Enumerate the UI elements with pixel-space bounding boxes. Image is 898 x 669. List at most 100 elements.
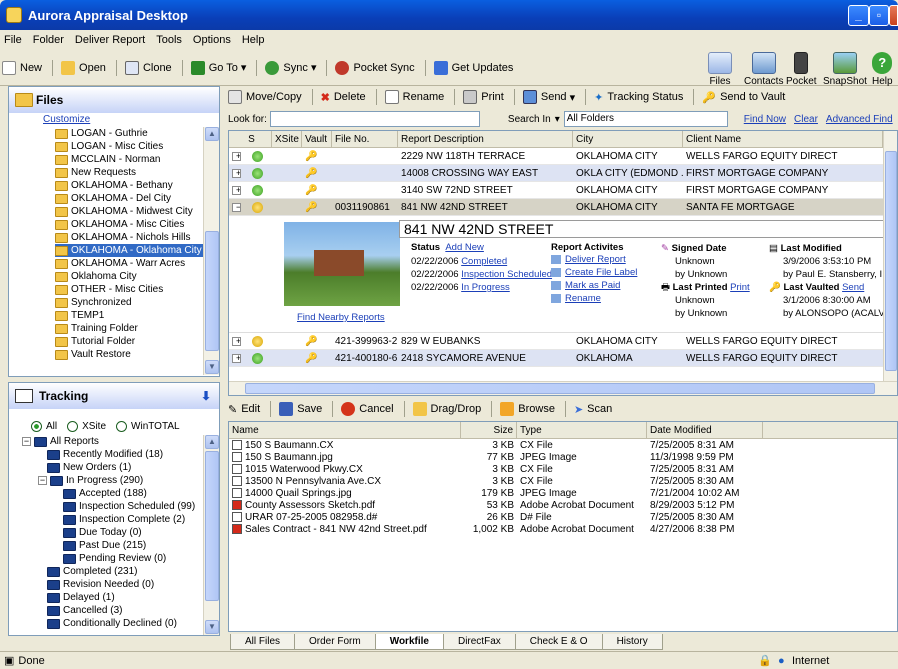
minimize-button[interactable]: _ — [848, 5, 869, 26]
search-in-field[interactable]: All Folders — [563, 111, 728, 127]
scroll-thumb[interactable] — [885, 151, 897, 371]
advanced-find-link[interactable]: Advanced Find — [826, 114, 893, 125]
get-updates-button[interactable]: Get Updates — [433, 60, 513, 75]
tab-history[interactable]: History — [601, 634, 663, 650]
tab-all-files[interactable]: All Files — [230, 634, 296, 650]
folder-item[interactable]: TEMP1 — [55, 309, 205, 322]
tracking-item[interactable]: Inspection Complete (2) — [19, 513, 203, 526]
menu-file[interactable]: File — [4, 34, 22, 46]
col-file-no[interactable]: File No. — [332, 131, 398, 147]
folder-item[interactable]: LOGAN - Guthrie — [55, 127, 205, 140]
tracking-item[interactable]: Completed (231) — [19, 565, 203, 578]
tracking-item[interactable]: Past Due (215) — [19, 539, 203, 552]
files-toolbar-button[interactable]: Files — [708, 52, 732, 87]
customize-link[interactable]: Customize — [9, 113, 219, 125]
look-for-input[interactable] — [269, 111, 480, 127]
find-now-link[interactable]: Find Now — [744, 114, 786, 125]
folder-item[interactable]: OTHER - Misc Cities — [55, 283, 205, 296]
browse-button[interactable]: Browse — [500, 402, 555, 416]
close-button[interactable] — [889, 5, 898, 26]
tracking-item[interactable]: Accepted (188) — [19, 487, 203, 500]
rename-button[interactable]: Rename — [384, 90, 444, 104]
search-in-button[interactable]: Search In — [508, 114, 551, 125]
folder-item[interactable]: Synchronized — [55, 296, 205, 309]
send-link[interactable]: Send — [842, 282, 864, 293]
col-city[interactable]: City — [573, 131, 683, 147]
tracking-item[interactable]: New Orders (1) — [19, 461, 203, 474]
activity-item[interactable]: Mark as Paid — [551, 279, 637, 292]
pocket-toolbar-button[interactable]: Pocket — [786, 52, 817, 87]
menu-folder[interactable]: Folder — [33, 34, 64, 46]
scroll-thumb[interactable] — [205, 231, 219, 351]
tracking-item[interactable]: Conditionally Declined (0) — [19, 617, 203, 630]
open-button[interactable]: Open — [61, 60, 106, 75]
scroll-down-button[interactable]: ▼ — [205, 620, 219, 634]
activity-item[interactable]: Deliver Report — [551, 253, 637, 266]
expander-icon[interactable]: + — [232, 186, 241, 195]
expander-icon[interactable]: − — [38, 476, 47, 485]
scroll-thumb[interactable] — [245, 383, 875, 394]
tab-check-e-o[interactable]: Check E & O — [514, 634, 603, 650]
goto-button[interactable]: Go To ▾ — [190, 60, 246, 75]
status-link[interactable]: Inspection Scheduled — [461, 269, 552, 280]
tracking-panel-header[interactable]: Tracking ⬇ — [9, 383, 219, 409]
file-row[interactable]: 13500 N Pennsylvania Ave.CX 3 KB CX File 7/… — [229, 476, 897, 488]
print-link[interactable]: Print — [730, 282, 750, 293]
table-row[interactable]: + 🔑 421-400180-6 2418 SYCAMORE AVENUE OKLAHO… — [229, 350, 897, 367]
tracking-item[interactable]: Delayed (1) — [19, 591, 203, 604]
expander-icon[interactable]: − — [232, 203, 241, 212]
table-row[interactable]: + 🔑 2229 NW 118TH TERRACE OKLAHOMA CITY WELL… — [229, 148, 897, 165]
move-copy-button[interactable]: Move/Copy — [228, 90, 302, 104]
maximize-button[interactable]: ▫ — [869, 5, 889, 26]
file-row[interactable]: 14000 Quail Springs.jpg 179 KB JPEG Image 7… — [229, 488, 897, 500]
tracking-item[interactable]: Recently Modified (18) — [19, 448, 203, 461]
tracking-scrollbar[interactable]: ▲ ▼ — [203, 435, 219, 635]
new-button[interactable]: New — [2, 60, 42, 75]
tab-order-form[interactable]: Order Form — [294, 634, 376, 650]
folder-item[interactable]: Training Folder — [55, 322, 205, 335]
scroll-up-button[interactable]: ▲ — [205, 127, 219, 141]
col-name[interactable]: Name — [229, 422, 461, 438]
folder-item[interactable]: Tutorial Folder — [55, 335, 205, 348]
col-type[interactable]: Type — [517, 422, 647, 438]
tracking-item[interactable]: − In Progress (290) — [19, 474, 203, 487]
send-to-vault-button[interactable]: 🔑 Send to Vault — [702, 91, 785, 104]
status-link[interactable]: Completed — [461, 256, 507, 267]
folder-item[interactable]: OKLAHOMA - Bethany — [55, 179, 205, 192]
col-client-name[interactable]: Client Name — [683, 131, 883, 147]
tab-workfile[interactable]: Workfile — [374, 634, 444, 650]
snapshot-toolbar-button[interactable]: SnapShot — [823, 52, 867, 87]
col-vault[interactable]: Vault — [302, 131, 332, 147]
menu-deliver-report[interactable]: Deliver Report — [75, 34, 145, 46]
grid-scrollbar[interactable] — [883, 131, 897, 381]
status-link[interactable]: In Progress — [461, 282, 510, 293]
pin-icon[interactable]: ⬇ — [201, 389, 211, 403]
file-row[interactable]: URAR 07-25-2005 082958.d# 26 KB D# File 7/2… — [229, 512, 897, 524]
folder-item[interactable]: MCCLAIN - Norman — [55, 153, 205, 166]
table-row[interactable]: − 🔑 0031190861 841 NW 42ND STREET OKLAHOMA C… — [229, 199, 897, 216]
clone-button[interactable]: Clone — [124, 60, 172, 75]
folder-item[interactable]: OKLAHOMA - Del City — [55, 192, 205, 205]
folder-item[interactable]: New Requests — [55, 166, 205, 179]
files-scrollbar[interactable]: ▲ ▼ — [203, 127, 219, 375]
expander-icon[interactable]: + — [232, 354, 241, 363]
table-row[interactable]: + 🔑 3140 SW 72ND STREET OKLAHOMA CITY FIRST … — [229, 182, 897, 199]
tracking-status-button[interactable]: ✦ Tracking Status — [594, 91, 683, 104]
tracking-item[interactable]: Inspection Scheduled (99) — [19, 500, 203, 513]
expander-icon[interactable]: + — [232, 337, 241, 346]
col-size[interactable]: Size — [461, 422, 517, 438]
menu-options[interactable]: Options — [193, 34, 231, 46]
add-new-link[interactable]: Add New — [445, 242, 484, 253]
radio-all[interactable] — [31, 421, 42, 432]
edit-button[interactable]: ✎ Edit — [228, 403, 260, 416]
table-row[interactable]: + 🔑 421-399963-2 829 W EUBANKS OKLAHOMA CITY… — [229, 333, 897, 350]
print-button[interactable]: Print — [463, 90, 504, 104]
tracking-item[interactable]: Due Today (0) — [19, 526, 203, 539]
table-row[interactable]: + 🔑 14008 CROSSING WAY EAST OKLA CITY (EDMO… — [229, 165, 897, 182]
tracking-item[interactable]: Cancelled (3) — [19, 604, 203, 617]
cancel-button[interactable]: Cancel — [341, 402, 394, 416]
folder-item[interactable]: OKLAHOMA - Warr Acres — [55, 257, 205, 270]
radio-wintotal[interactable] — [116, 421, 128, 432]
tracking-item[interactable]: − All Reports — [19, 435, 203, 448]
clear-link[interactable]: Clear — [794, 114, 818, 125]
